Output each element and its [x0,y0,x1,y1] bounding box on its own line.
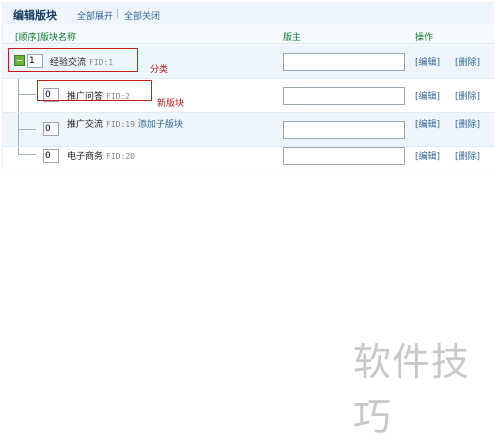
delete-link[interactable]: [删除] [455,55,480,68]
link-separator: | [116,9,120,19]
tree-line [18,94,36,95]
table-header: [顺序]版块名称 版主 操作 [3,28,494,44]
edit-link[interactable]: [编辑] [415,55,440,68]
new-forum-annotation: 新版块 [157,99,185,109]
tree-line [18,129,36,130]
category-highlight-box [8,48,138,72]
table-row: 电子商务FID:20 [编辑] [删除] [3,147,494,169]
category-annotation: 分类 [150,65,169,75]
order-input[interactable] [43,122,59,136]
delete-link[interactable]: [删除] [455,89,480,102]
watermark: 软件技巧 [353,340,471,439]
table-row: 推广交流FID:19添加子版块 [编辑] [删除] [3,113,494,147]
collapse-all-link[interactable]: 全部关闭 [124,9,160,22]
title-bar: 编辑版块 全部展开 | 全部关闭 [3,2,494,24]
tree-line [18,79,19,112]
forum-id: FID:19 [106,120,135,129]
edit-link[interactable]: [编辑] [415,117,440,130]
edit-link[interactable]: [编辑] [415,89,440,102]
column-header-operations: 操作 [415,33,434,43]
add-subforum-link[interactable]: 添加子版块 [138,120,183,130]
expand-all-link[interactable]: 全部展开 [77,9,113,22]
moderator-input[interactable] [283,87,405,105]
forum-name-text: 推广交流 [67,120,104,130]
tree-line [18,154,36,155]
moderator-input[interactable] [283,147,405,165]
forum-name: 推广交流 FID:19 添加子版块 [67,117,183,130]
order-input[interactable] [43,149,59,163]
moderator-input[interactable] [283,121,405,139]
edit-link[interactable]: [编辑] [415,149,440,162]
moderator-input[interactable] [283,53,405,71]
forum-name-text: 电子商务 [67,152,104,162]
page-title: 编辑版块 [13,9,57,22]
forum-id: FID:20 [106,152,135,161]
delete-link[interactable]: [删除] [455,149,480,162]
new-forum-highlight-box [37,80,152,101]
column-header-moderator: 版主 [283,33,302,43]
delete-link[interactable]: [删除] [455,117,480,130]
forum-name: 电子商务 FID:20 [67,149,135,162]
column-header-order-name: [顺序]版块名称 [15,33,77,43]
